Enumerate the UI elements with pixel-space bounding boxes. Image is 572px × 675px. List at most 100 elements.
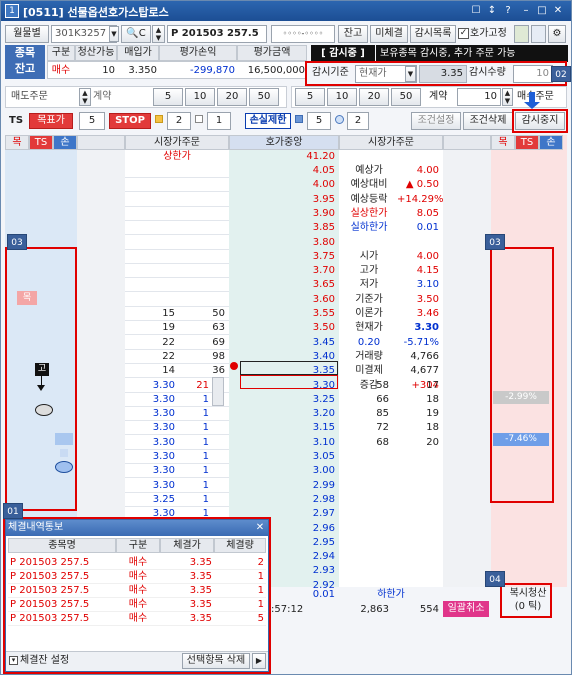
bid-price[interactable]: 2.99: [229, 479, 335, 492]
buy-qty-input[interactable]: 10: [457, 88, 501, 106]
ask-price[interactable]: 3.55: [229, 307, 335, 320]
sell-qty-50[interactable]: 50: [249, 88, 279, 106]
ask-price[interactable]: 3.90: [229, 207, 335, 220]
bid-price[interactable]: 2.98: [229, 493, 335, 506]
cancel-all-button[interactable]: 일괄취소: [443, 601, 489, 617]
info-value: 4,766: [410, 350, 439, 362]
target-price-field[interactable]: 5: [79, 112, 105, 130]
bid-order-price: 3.30: [152, 422, 175, 434]
limit-down-label: 하한가: [377, 589, 405, 600]
sell-order-label: 매도주문: [11, 91, 48, 102]
bid-price[interactable]: 3.20: [229, 407, 335, 420]
annotation-box-02: [305, 61, 567, 86]
condition-delete-button[interactable]: 조건삭제: [463, 112, 513, 130]
loss-field-2[interactable]: 2: [347, 112, 369, 130]
bid-market-header[interactable]: 시장가주문: [339, 135, 443, 150]
ask-price[interactable]: 3.75: [229, 250, 335, 263]
ask-price[interactable]: 4.05: [229, 164, 335, 177]
buy-qty-20[interactable]: 20: [359, 88, 389, 106]
info-value: +14.29%: [397, 193, 444, 205]
sell-qty-10[interactable]: 10: [185, 88, 215, 106]
info-label: 예상대비: [350, 179, 388, 191]
ask-price[interactable]: 3.80: [229, 236, 335, 249]
bid-order-price: 3.30: [152, 408, 175, 420]
sell-qty-stepper[interactable]: ▲ ▼: [79, 88, 91, 106]
bid-price[interactable]: 3.10: [229, 436, 335, 449]
maximize-icon[interactable]: □: [535, 4, 549, 18]
info-label: 현재가: [355, 322, 383, 334]
stop-field-1[interactable]: 2: [167, 112, 191, 130]
right-tag-loss: 손: [539, 135, 563, 150]
save-layout-icon[interactable]: [514, 25, 529, 43]
balance-button[interactable]: 잔고: [338, 25, 368, 43]
bid-price[interactable]: 3.15: [229, 421, 335, 434]
right-tag-target: 목: [491, 135, 515, 150]
bid-price[interactable]: 3.05: [229, 450, 335, 463]
target-price-button[interactable]: 목표가: [29, 113, 73, 129]
ask-row-line: [125, 277, 229, 279]
ask-price[interactable]: 3.45: [229, 336, 335, 349]
help-icon[interactable]: ?: [501, 4, 515, 18]
sell-qty-5[interactable]: 5: [153, 88, 183, 106]
ask-price[interactable]: 3.60: [229, 293, 335, 306]
ask-price[interactable]: 3.85: [229, 221, 335, 234]
info-value: 3.50: [416, 293, 439, 305]
loss-limit-button[interactable]: 손실제한: [245, 113, 291, 129]
ask-price[interactable]: 3.95: [229, 193, 335, 206]
info-label: 예상가: [355, 165, 383, 176]
bid-count: 18: [426, 393, 439, 405]
buy-qty-50[interactable]: 50: [391, 88, 421, 106]
left-tag-loss: 손: [53, 135, 77, 150]
unfilled-button[interactable]: 미체결: [370, 25, 408, 43]
buy-qty-5[interactable]: 5: [295, 88, 325, 106]
bid-price[interactable]: 3.25: [229, 393, 335, 406]
info-value: 4.00: [416, 165, 439, 176]
scrollbar-thumb[interactable]: [212, 377, 224, 406]
ask-price[interactable]: 3.65: [229, 278, 335, 291]
arrow-head-icon: [524, 102, 540, 109]
bid-price[interactable]: 3.00: [229, 464, 335, 477]
watch-list-button[interactable]: 감시목록: [410, 25, 456, 43]
info-label: 기준가: [355, 293, 383, 305]
ask-price[interactable]: 3.70: [229, 264, 335, 277]
password-field[interactable]: ◦◦◦◦-◦◦◦◦: [271, 25, 335, 43]
info-value: 4.00: [416, 250, 439, 262]
bid-price[interactable]: 3.30: [229, 379, 335, 392]
account-select[interactable]: 301K3257: [51, 25, 117, 43]
loss-field-1[interactable]: 5: [307, 112, 331, 130]
stop-button[interactable]: STOP: [109, 113, 151, 129]
code-input[interactable]: P 201503 257.5: [167, 25, 267, 43]
minimize-icon[interactable]: –: [519, 4, 533, 18]
pos-buy-price: 3.350: [128, 65, 157, 76]
ask-row-line: [125, 234, 229, 236]
code-search-button[interactable]: 🔍C: [121, 25, 151, 43]
bid-order-qty: 1: [202, 479, 209, 491]
account-dropdown-icon[interactable]: ▼: [109, 26, 119, 42]
pin-icon[interactable]: ↕: [485, 4, 499, 18]
buy-qty-stepper[interactable]: ▲ ▼: [502, 88, 513, 106]
ask-price[interactable]: 4.00: [229, 178, 335, 191]
ask-best-highlight: [240, 361, 338, 375]
ask-market-header[interactable]: 시장가주문: [125, 135, 229, 150]
sell-qty-20[interactable]: 20: [217, 88, 247, 106]
ask-count: 63: [212, 322, 225, 334]
ts-label: TS: [9, 115, 24, 126]
close-icon[interactable]: ✕: [551, 4, 565, 18]
code-stepper[interactable]: ▲ ▼: [152, 25, 165, 43]
stop-field-2[interactable]: 1: [207, 112, 231, 130]
copy-layout-icon[interactable]: [531, 25, 546, 43]
buy-qty-10[interactable]: 10: [327, 88, 357, 106]
info-label: 거래량: [355, 350, 383, 362]
ask-row-line: [125, 248, 229, 250]
search-icon: 🔍: [126, 28, 139, 39]
bid-order-qty: 21: [196, 379, 209, 391]
price-fix-checkbox[interactable]: ✓: [458, 28, 469, 39]
condition-set-button[interactable]: 조건설정: [411, 112, 461, 130]
info-value: 3.30: [414, 322, 439, 334]
settings-gear-icon[interactable]: ⚙: [548, 25, 566, 43]
month-mode-button[interactable]: 월물별: [5, 25, 49, 43]
price-center-header[interactable]: 호가중앙: [229, 135, 339, 150]
pos-side: 매수: [51, 65, 71, 76]
ask-price[interactable]: 3.50: [229, 321, 335, 334]
link-icon[interactable]: ☐: [469, 4, 483, 18]
